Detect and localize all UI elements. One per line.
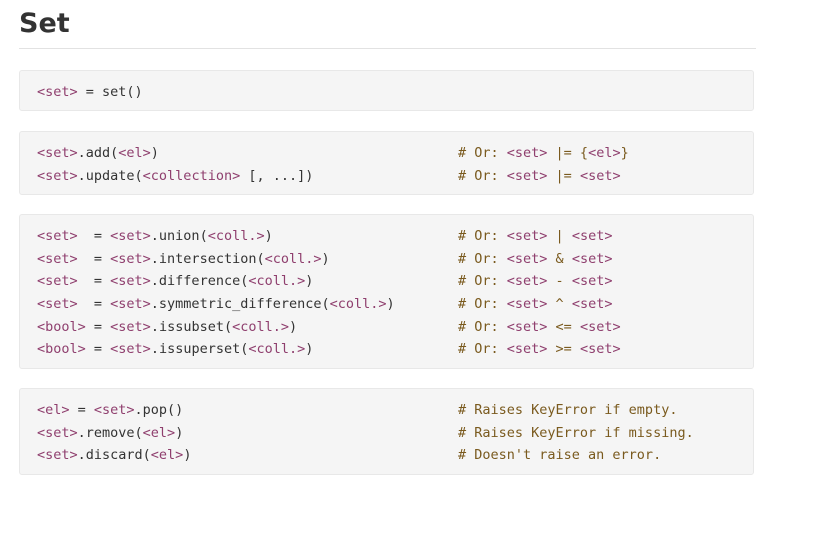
code-block-set-operations: <set> = <set>.union(<coll.>) # Or: <set>…	[19, 214, 754, 369]
code-line: <el> = <set>.pop() # Raises KeyError if …	[37, 399, 753, 422]
code-line: <set> = <set>.symmetric_difference(<coll…	[37, 293, 753, 316]
code-text: <set>.remove(<el>)	[37, 424, 184, 441]
code-text: <set> = <set>.difference(<coll.>)	[37, 273, 314, 290]
code-text: <set>.discard(<el>)	[37, 447, 192, 464]
code-line: <set>.remove(<el>) # Raises KeyError if …	[37, 422, 753, 445]
code-text: <set> = <set>.intersection(<coll.>)	[37, 250, 330, 267]
code-line: <set>.update(<collection> [, ...]) # Or:…	[37, 165, 753, 188]
code-text: <bool> = <set>.issubset(<coll.>)	[37, 318, 298, 335]
code-text: <bool> = <set>.issuperset(<coll.>)	[37, 341, 314, 358]
code-block-add-update: <set>.add(<el>) # Or: <set> |= {<el>} <s…	[19, 131, 754, 195]
code-comment: # Or: <set> - <set>	[458, 273, 613, 290]
code-comment: # Or: <set> |= <set>	[458, 167, 621, 184]
code-block-constructor: <set> = set()	[19, 70, 754, 111]
code-comment: # Doesn't raise an error.	[458, 447, 662, 464]
code-comment: # Or: <set> <= <set>	[458, 318, 621, 335]
code-text: <set>.add(<el>)	[37, 145, 159, 161]
code-comment: # Or: <set> |= {<el>}	[458, 145, 629, 161]
section-heading: Set	[19, 4, 756, 49]
code-comment: # Or: <set> | <set>	[458, 228, 613, 244]
code-line: <bool> = <set>.issuperset(<coll.>) # Or:…	[37, 338, 753, 361]
code-line: <set> = <set>.union(<coll.>) # Or: <set>…	[37, 225, 753, 248]
code-line: <set>.add(<el>) # Or: <set> |= {<el>}	[37, 142, 753, 165]
code-text: <set> = set()	[37, 84, 143, 100]
code-line: <set> = <set>.difference(<coll.>) # Or: …	[37, 270, 753, 293]
code-text: <set>.update(<collection> [, ...])	[37, 167, 314, 184]
code-block-removal: <el> = <set>.pop() # Raises KeyError if …	[19, 388, 754, 475]
page-title: Set	[19, 8, 70, 39]
code-text: <set> = <set>.union(<coll.>)	[37, 228, 273, 244]
code-text: <el> = <set>.pop()	[37, 402, 184, 418]
code-comment: # Or: <set> ^ <set>	[458, 296, 613, 313]
code-comment: # Raises KeyError if empty.	[458, 402, 678, 418]
code-comment: # Or: <set> >= <set>	[458, 341, 621, 358]
code-text: <set> = <set>.symmetric_difference(<coll…	[37, 296, 395, 313]
code-line: <set>.discard(<el>) # Doesn't raise an e…	[37, 444, 753, 467]
code-line: <set> = <set>.intersection(<coll.>) # Or…	[37, 248, 753, 271]
code-line: <bool> = <set>.issubset(<coll.>) # Or: <…	[37, 316, 753, 339]
code-comment: # Or: <set> & <set>	[458, 250, 613, 267]
code-line: <set> = set()	[37, 81, 753, 104]
code-comment: # Raises KeyError if missing.	[458, 424, 694, 441]
